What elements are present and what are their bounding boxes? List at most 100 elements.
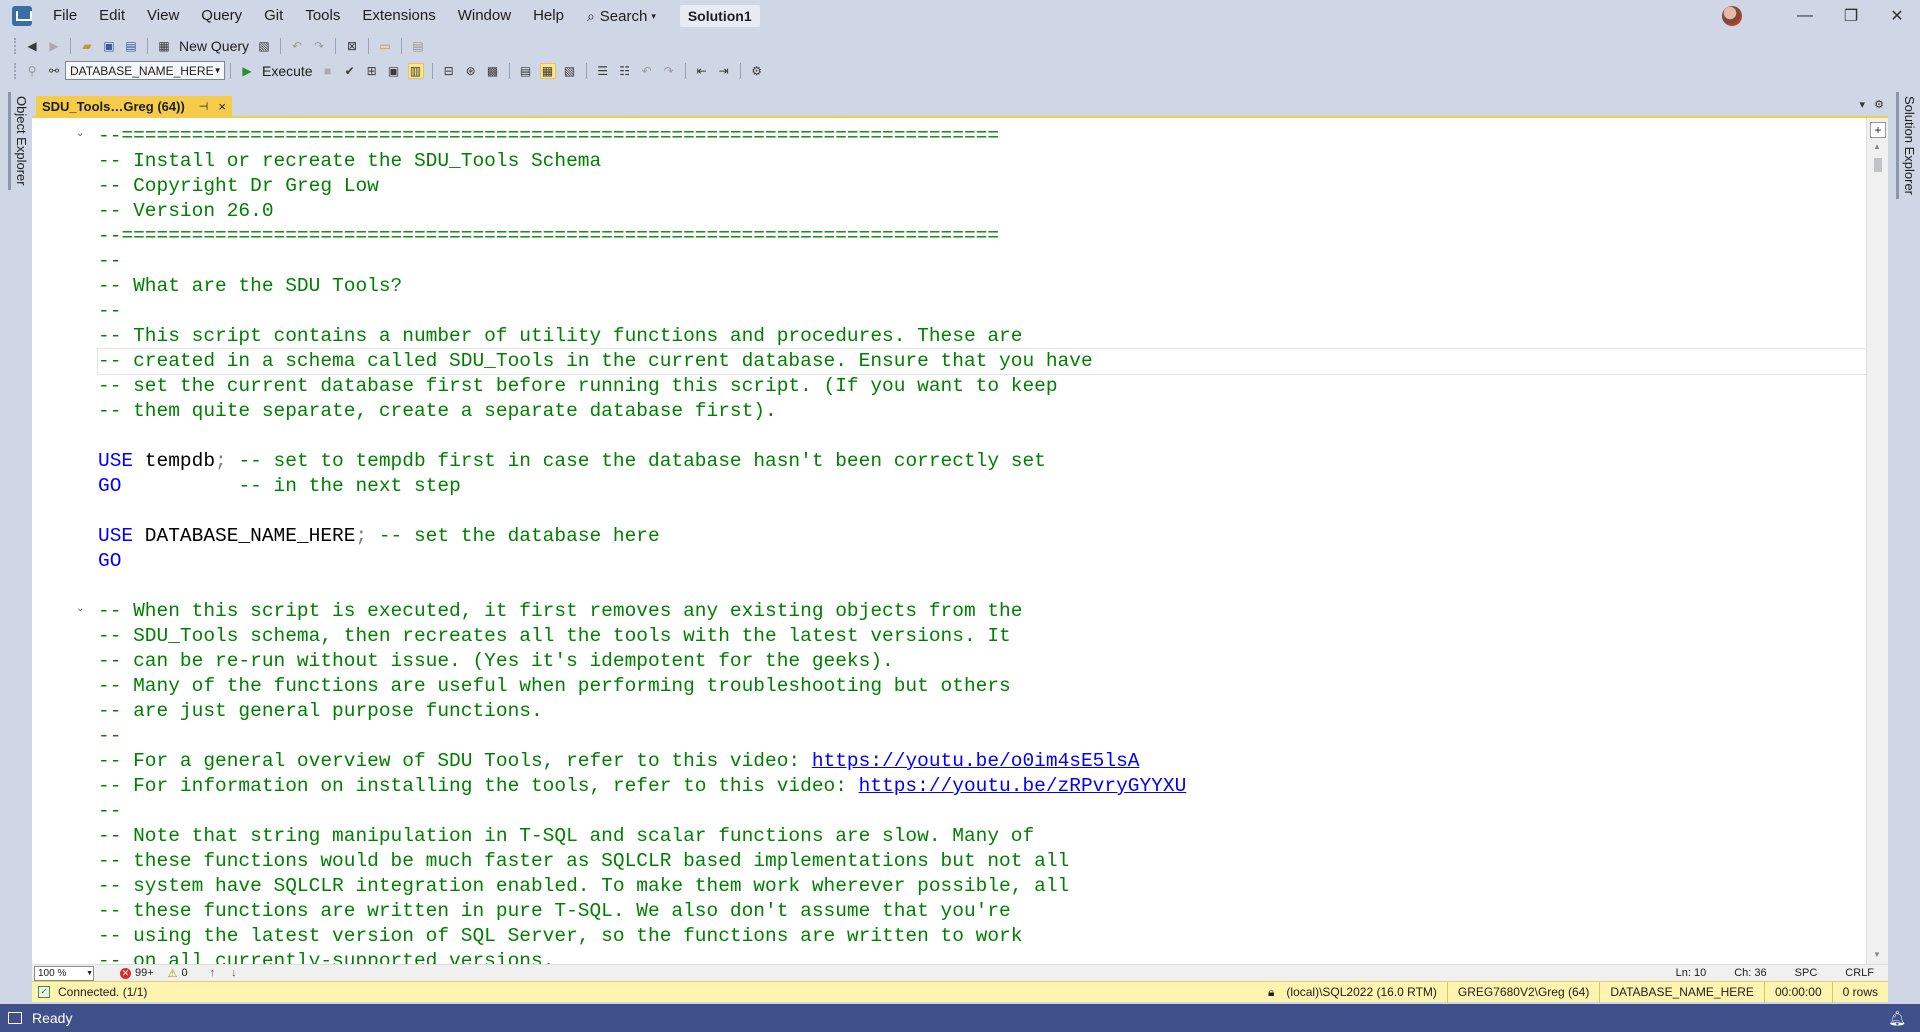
toolbar-grip[interactable]	[14, 62, 17, 79]
actual-plan-icon[interactable]: ⊟	[441, 63, 457, 79]
code-line[interactable]: --	[98, 299, 1888, 324]
code-line[interactable]: -- For information on installing the too…	[98, 774, 1888, 799]
activity-monitor-icon[interactable]: ⊠	[344, 38, 360, 54]
line-number[interactable]: Ln: 10	[1676, 967, 1707, 979]
line-ending[interactable]: CRLF	[1845, 967, 1874, 979]
execute-button[interactable]: Execute	[262, 63, 313, 79]
tab-overflow-icon[interactable]: ▾ ⚙	[1859, 98, 1884, 111]
menu-query[interactable]: Query	[190, 0, 253, 32]
toolbar-grip[interactable]	[14, 37, 17, 54]
results-to-grid-icon[interactable]: ▦	[539, 62, 556, 79]
database-selector[interactable]: DATABASE_NAME_HERE ▼	[65, 61, 225, 80]
new-query-button[interactable]: New Query	[179, 38, 249, 54]
zoom-dropdown[interactable]: 100 % ▼	[34, 965, 94, 981]
live-stats-icon[interactable]: ⊛	[463, 63, 479, 79]
code-line[interactable]: -- can be re-run without issue. (Yes it'…	[98, 649, 1888, 674]
code-line[interactable]: GO	[98, 549, 1888, 574]
redo-icon[interactable]: ↷	[311, 38, 327, 54]
minimize-button[interactable]: —	[1782, 7, 1828, 25]
code-line[interactable]: -- these functions would be much faster …	[98, 849, 1888, 874]
parse-icon[interactable]: ✔	[342, 63, 358, 79]
open-folder-icon[interactable]: ▰	[79, 38, 95, 54]
code-line[interactable]: -- system have SQLCLR integration enable…	[98, 874, 1888, 899]
sql-editor[interactable]: ⌄ ⌄ --==================================…	[32, 118, 1888, 964]
code-line[interactable]: -- Install or recreate the SDU_Tools Sch…	[98, 149, 1888, 174]
stop-icon[interactable]: ■	[320, 63, 336, 79]
code-line[interactable]: USE tempdb; -- set to tempdb first in ca…	[98, 449, 1888, 474]
customize-icon[interactable]: ▤	[410, 38, 426, 54]
code-line[interactable]: -- set the current database first before…	[98, 374, 1888, 399]
code-line[interactable]: -- Many of the functions are useful when…	[98, 674, 1888, 699]
previous-issue-icon[interactable]: ↑	[210, 967, 216, 979]
code-line[interactable]: -- When this script is executed, it firs…	[98, 599, 1888, 624]
search-menu[interactable]: ⌕ Search ▾	[575, 8, 668, 25]
document-tab[interactable]: SDU_Tools…Greg (64)) ⊣ ×	[36, 96, 232, 116]
close-tab-icon[interactable]: ×	[218, 99, 226, 114]
connect-icon[interactable]: ⚲	[24, 63, 40, 79]
code-line[interactable]: -- This script contains a number of util…	[98, 324, 1888, 349]
navigate-forward-icon[interactable]: ▶	[46, 38, 62, 54]
code-line[interactable]: --	[98, 724, 1888, 749]
code-line[interactable]	[98, 424, 1888, 449]
specify-values-icon[interactable]: ⚙	[749, 63, 765, 79]
code-line[interactable]: -- these functions are written in pure T…	[98, 899, 1888, 924]
menu-view[interactable]: View	[136, 0, 190, 32]
solution-explorer-tab[interactable]: Solution Explorer	[1896, 92, 1919, 199]
code-line[interactable]: -- Version 26.0	[98, 199, 1888, 224]
save-icon[interactable]: ▣	[101, 38, 117, 54]
code-line[interactable]: -- are just general purpose functions.	[98, 699, 1888, 724]
menu-file[interactable]: File	[42, 0, 88, 32]
comment-lines-icon[interactable]: ☰	[595, 63, 611, 79]
new-query-icon[interactable]: ▦	[156, 38, 172, 54]
scroll-down-icon[interactable]: ▼	[1873, 950, 1881, 959]
code-line[interactable]: -- created in a schema called SDU_Tools …	[97, 348, 1888, 375]
query-options-icon[interactable]: ▣	[386, 63, 402, 79]
close-window-button[interactable]: ✕	[1874, 6, 1920, 26]
execute-icon[interactable]: ▶	[239, 63, 255, 79]
code-line[interactable]: -- them quite separate, create a separat…	[98, 399, 1888, 424]
pin-icon[interactable]: ⊣	[199, 100, 209, 113]
code-line[interactable]: -- What are the SDU Tools?	[98, 274, 1888, 299]
properties-icon[interactable]: ▭	[377, 38, 393, 54]
decrease-indent-icon[interactable]: ⇤	[694, 63, 710, 79]
column-number[interactable]: Ch: 36	[1734, 967, 1766, 979]
collapse-region-icon[interactable]: ⌄	[76, 603, 84, 614]
menu-git[interactable]: Git	[253, 0, 294, 32]
code-line[interactable]: -- SDU_Tools schema, then recreates all …	[98, 624, 1888, 649]
code-area[interactable]: --======================================…	[97, 124, 1888, 964]
menu-tools[interactable]: Tools	[294, 0, 351, 32]
code-line[interactable]: -- Note that string manipulation in T-SQ…	[98, 824, 1888, 849]
menu-window[interactable]: Window	[447, 0, 522, 32]
uncomment-lines-icon[interactable]: ☷	[617, 63, 633, 79]
navigate-back-icon[interactable]: ◀	[24, 38, 40, 54]
error-count[interactable]: ✕ 99+	[120, 967, 154, 979]
menu-edit[interactable]: Edit	[88, 0, 136, 32]
object-explorer-tab[interactable]: Object Explorer	[8, 92, 31, 190]
notifications-icon[interactable]: 🔔︎	[1888, 1010, 1906, 1027]
code-line[interactable]: --	[98, 249, 1888, 274]
change-connection-icon[interactable]: ⚯	[46, 63, 62, 79]
code-line[interactable]: -- on all currently-supported versions.	[98, 949, 1888, 964]
code-line[interactable]	[98, 574, 1888, 599]
menu-extensions[interactable]: Extensions	[351, 0, 446, 32]
scrollbar-thumb[interactable]	[1874, 158, 1882, 172]
menu-help[interactable]: Help	[522, 0, 575, 32]
intellisense-icon[interactable]: ▥	[407, 62, 424, 79]
restore-button[interactable]: ❐	[1828, 6, 1874, 26]
warning-count[interactable]: ⚠ 0	[168, 967, 188, 980]
code-line[interactable]: --======================================…	[98, 224, 1888, 249]
code-line[interactable]: -- For a general overview of SDU Tools, …	[98, 749, 1888, 774]
scroll-up-icon[interactable]: ▲	[1873, 142, 1881, 151]
code-line[interactable]: -- using the latest version of SQL Serve…	[98, 924, 1888, 949]
client-stats-icon[interactable]: ▩	[485, 63, 501, 79]
undo-icon[interactable]: ↶	[639, 63, 655, 79]
collapse-region-icon[interactable]: ⌄	[76, 128, 84, 139]
code-line[interactable]	[98, 499, 1888, 524]
solution-name-badge[interactable]: Solution1	[679, 5, 760, 27]
code-line[interactable]: USE DATABASE_NAME_HERE; -- set the datab…	[98, 524, 1888, 549]
results-to-file-icon[interactable]: ▧	[562, 63, 578, 79]
split-editor-icon[interactable]: +	[1870, 122, 1886, 138]
code-line[interactable]: --======================================…	[98, 124, 1888, 149]
estimated-plan-icon[interactable]: ⊞	[364, 63, 380, 79]
increase-indent-icon[interactable]: ⇥	[716, 63, 732, 79]
